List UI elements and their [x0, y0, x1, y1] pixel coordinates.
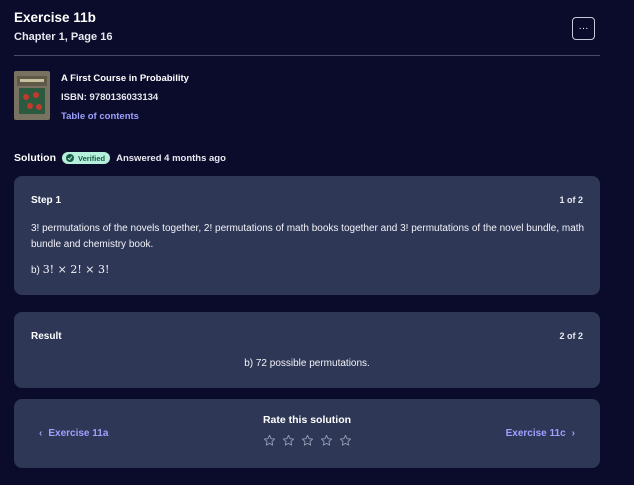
verified-check-icon: [66, 154, 74, 162]
step-explanation: 3! permutations of the novels together, …: [31, 223, 585, 250]
step-count: 1 of 2: [559, 195, 583, 205]
book-isbn: ISBN: 9780136033134: [61, 92, 159, 103]
book-cover-image: [14, 71, 50, 120]
formula-expression: 3! × 2! × 3!: [42, 263, 110, 276]
formula-prefix: b): [31, 265, 40, 276]
book-title: A First Course in Probability: [61, 73, 189, 84]
rate-solution-label: Rate this solution: [262, 414, 352, 426]
step-title: Step 1: [31, 195, 62, 206]
result-card: Result 2 of 2 b) 72 possible permutation…: [14, 312, 600, 388]
result-title: Result: [31, 331, 62, 342]
star-icon[interactable]: [298, 432, 317, 448]
page-subtitle: Chapter 1, Page 16: [14, 31, 113, 43]
solution-label: Solution: [14, 152, 56, 164]
answered-time: Answered 4 months ago: [116, 152, 226, 164]
more-options-button[interactable]: ···: [572, 17, 595, 40]
result-count: 2 of 2: [559, 331, 583, 341]
result-text: b) 72 possible permutations.: [244, 358, 370, 369]
step-formula: b) 3! × 2! × 3!: [31, 263, 109, 276]
chevron-right-icon: ›: [571, 428, 575, 439]
previous-exercise-link[interactable]: ‹ Exercise 11a: [33, 428, 108, 439]
next-exercise-label: Exercise 11c: [505, 428, 566, 439]
star-icon[interactable]: [279, 432, 298, 448]
header-divider: [14, 55, 600, 56]
navigation-card: ‹ Exercise 11a Rate this solution Exerci…: [14, 399, 600, 468]
step-card: Step 1 1 of 2 3! permutations of the nov…: [14, 176, 600, 295]
verified-label: Verified: [78, 153, 106, 163]
next-exercise-link[interactable]: Exercise 11c ›: [506, 428, 581, 439]
chevron-left-icon: ‹: [39, 428, 43, 439]
verified-badge: Verified: [62, 152, 111, 164]
solution-header: Solution Verified Answered 4 months ago: [14, 151, 226, 165]
more-icon: ···: [578, 22, 589, 34]
page-header: Exercise 11b Chapter 1, Page 16 ···: [14, 8, 600, 56]
star-icon[interactable]: [336, 432, 355, 448]
page-title: Exercise 11b: [14, 10, 96, 25]
star-icon[interactable]: [317, 432, 336, 448]
star-icon[interactable]: [260, 432, 279, 448]
star-rating: [260, 432, 355, 448]
table-of-contents-link[interactable]: Table of contents: [61, 111, 139, 122]
previous-exercise-label: Exercise 11a: [48, 428, 109, 439]
book-info: A First Course in Probability ISBN: 9780…: [14, 71, 414, 122]
